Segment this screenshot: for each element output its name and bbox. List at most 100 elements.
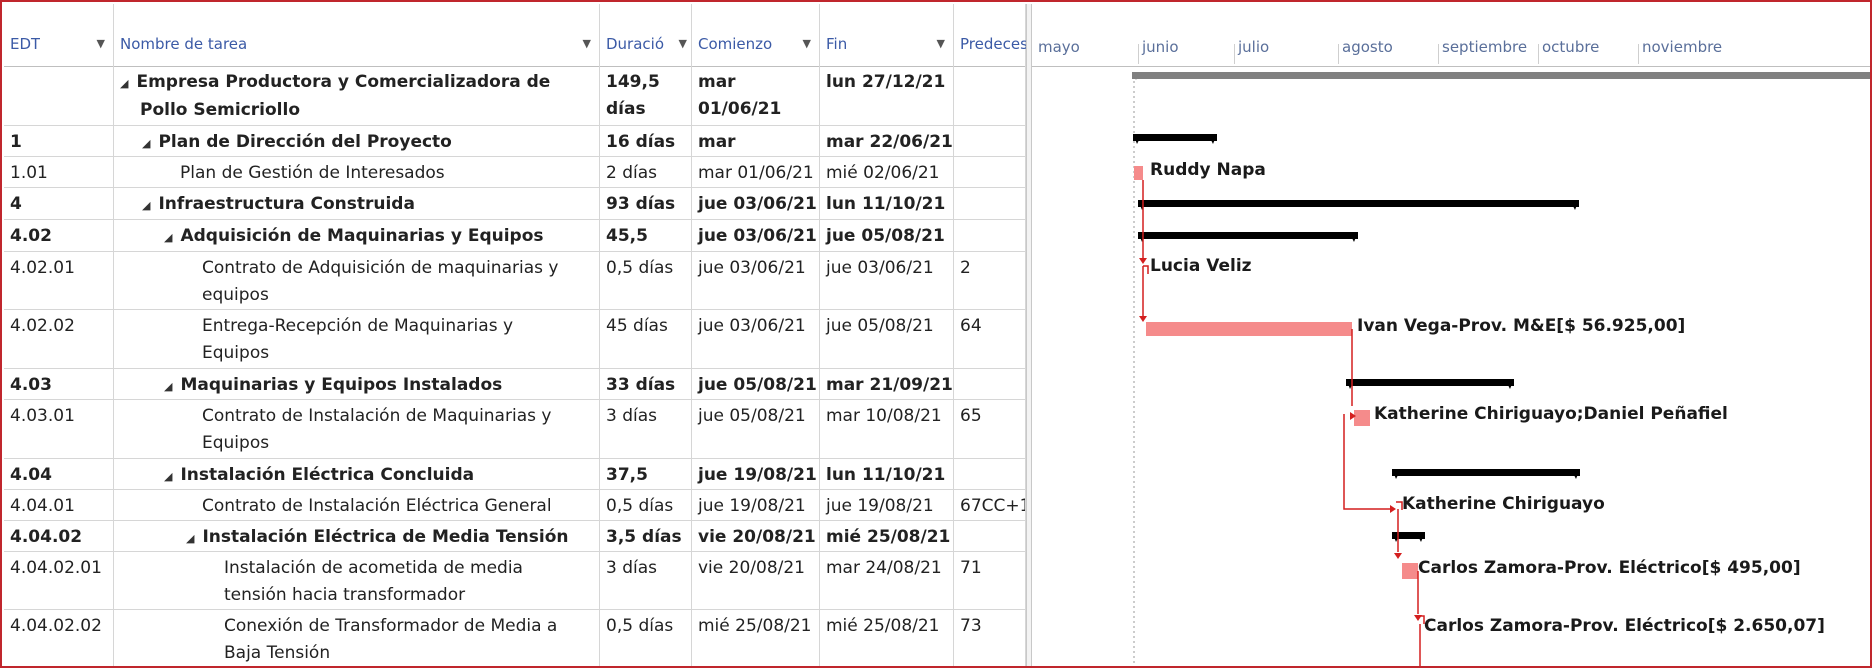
collapse-triangle-icon[interactable]: ◢ (120, 77, 128, 90)
cell-start[interactable]: mié 25/08/21 (692, 610, 820, 666)
cell-edt[interactable]: 4.02.01 (4, 252, 114, 309)
cell-finish[interactable]: jue 05/08/21 (820, 220, 954, 251)
cell-duration[interactable]: 0,5 días (600, 252, 692, 309)
cell-finish[interactable]: mar 10/08/21 (820, 400, 954, 458)
cell-finish[interactable]: mar 22/06/21 (820, 126, 954, 156)
cell-duration[interactable]: 0,5 días (600, 490, 692, 520)
cell-finish[interactable]: jue 05/08/21 (820, 310, 954, 368)
task-row[interactable]: 4.04.01 Contrato de Instalación Eléctrica… (4, 490, 1026, 521)
cell-start[interactable]: mar 01/06/21 (692, 126, 820, 156)
cell-duration[interactable]: 3,5 días (600, 521, 692, 551)
task-row[interactable]: 4.04.02.01 Instalación de acometida de me… (4, 552, 1026, 610)
chevron-down-icon[interactable]: ▼ (97, 37, 105, 50)
cell-predecessors[interactable] (954, 188, 1026, 219)
cell-edt[interactable] (4, 66, 114, 125)
cell-edt[interactable]: 4.04.01 (4, 490, 114, 520)
column-header-name[interactable]: Nombre de tarea ▼ (114, 4, 600, 66)
cell-task-name[interactable]: Contrato de Adquisición de maquinarias y… (114, 252, 600, 309)
cell-task-name[interactable]: ◢ Instalación Eléctrica de Media Tensión (114, 521, 600, 551)
cell-predecessors[interactable]: 65 (954, 400, 1026, 458)
cell-start[interactable]: mar 01/06/21 (692, 157, 820, 187)
cell-finish[interactable]: lun 11/10/21 (820, 459, 954, 489)
cell-duration[interactable]: 93 días (600, 188, 692, 219)
cell-edt[interactable]: 4.02.02 (4, 310, 114, 368)
cell-task-name[interactable]: ◢ Infraestructura Construida (114, 188, 600, 219)
cell-task-name[interactable]: ◢ Instalación Eléctrica Concluida (114, 459, 600, 489)
cell-start[interactable]: jue 03/06/21 (692, 252, 820, 309)
cell-predecessors[interactable]: 64 (954, 310, 1026, 368)
cell-task-name[interactable]: Contrato de Instalación de Maquinarias y… (114, 400, 600, 458)
cell-finish[interactable]: mié 02/06/21 (820, 157, 954, 187)
cell-duration[interactable]: 37,5 días (600, 459, 692, 489)
cell-start[interactable]: vie 20/08/21 (692, 521, 820, 551)
cell-edt[interactable]: 4.04 (4, 459, 114, 489)
summary-task-row[interactable]: 4.04.02 ◢ Instalación Eléctrica de Media T… (4, 521, 1026, 552)
cell-edt[interactable]: 4.04.02 (4, 521, 114, 551)
column-header-edt[interactable]: EDT ▼ (4, 4, 114, 66)
summary-task-row[interactable]: 4 ◢ Infraestructura Construida 93 días jue 0… (4, 188, 1026, 220)
task-row[interactable]: 4.04.02.02 Conexión de Transformador de M… (4, 610, 1026, 666)
column-header-start[interactable]: Comienzo ▼ (692, 4, 820, 66)
cell-start[interactable]: jue 05/08/21 (692, 369, 820, 399)
collapse-triangle-icon[interactable]: ◢ (164, 380, 172, 393)
summary-task-row[interactable]: 4.04 ◢ Instalación Eléctrica Concluida 37,5… (4, 459, 1026, 490)
cell-duration[interactable]: 3 días (600, 400, 692, 458)
cell-predecessors[interactable] (954, 521, 1026, 551)
column-header-finish[interactable]: Fin ▼ (820, 4, 954, 66)
task-row[interactable]: 4.02.01 Contrato de Adquisición de maquin… (4, 252, 1026, 310)
cell-task-name[interactable]: Plan de Gestión de Interesados (114, 157, 600, 187)
cell-start[interactable]: jue 03/06/21 (692, 310, 820, 368)
chevron-down-icon[interactable]: ▼ (679, 37, 687, 50)
column-header-duration[interactable]: Duració ▼ (600, 4, 692, 66)
task-row[interactable]: 1.01 Plan de Gestión de Interesados 2 días… (4, 157, 1026, 188)
cell-edt[interactable]: 4.04.02.02 (4, 610, 114, 666)
cell-finish[interactable]: mié 25/08/21 (820, 610, 954, 666)
cell-duration[interactable]: 2 días (600, 157, 692, 187)
cell-duration[interactable]: 45,5 días (600, 220, 692, 251)
cell-edt[interactable]: 4.02 (4, 220, 114, 251)
collapse-triangle-icon[interactable]: ◢ (164, 470, 172, 483)
cell-predecessors[interactable]: 71 (954, 552, 1026, 609)
cell-edt[interactable]: 4 (4, 188, 114, 219)
collapse-triangle-icon[interactable]: ◢ (164, 231, 172, 244)
cell-predecessors[interactable]: 67CC+10 (954, 490, 1026, 520)
cell-predecessors[interactable] (954, 369, 1026, 399)
cell-start[interactable]: vie 20/08/21 (692, 552, 820, 609)
cell-task-name[interactable]: Conexión de Transformador de Media a Baja… (114, 610, 600, 666)
cell-start[interactable]: jue 19/08/21 (692, 490, 820, 520)
cell-start[interactable]: mar 01/06/21 (692, 66, 820, 125)
cell-start[interactable]: jue 19/08/21 (692, 459, 820, 489)
cell-predecessors[interactable] (954, 126, 1026, 156)
cell-duration[interactable]: 0,5 días (600, 610, 692, 666)
chevron-down-icon[interactable]: ▼ (583, 37, 591, 50)
cell-duration[interactable]: 149,5 días (600, 66, 692, 125)
cell-predecessors[interactable] (954, 220, 1026, 251)
cell-finish[interactable]: mar 24/08/21 (820, 552, 954, 609)
cell-edt[interactable]: 4.03 (4, 369, 114, 399)
task-row[interactable]: 4.02.02 Entrega-Recepción de Maquinarias … (4, 310, 1026, 369)
cell-start[interactable]: jue 05/08/21 (692, 400, 820, 458)
cell-predecessors[interactable]: 2 (954, 252, 1026, 309)
cell-finish[interactable]: lun 27/12/21 (820, 66, 954, 125)
cell-duration[interactable]: 3 días (600, 552, 692, 609)
cell-finish[interactable]: jue 19/08/21 (820, 490, 954, 520)
collapse-triangle-icon[interactable]: ◢ (142, 199, 150, 212)
summary-task-row[interactable]: ◢ Empresa Productora y Comercializadora d… (4, 66, 1026, 126)
cell-edt[interactable]: 4.03.01 (4, 400, 114, 458)
cell-task-name[interactable]: ◢ Empresa Productora y Comercializadora d… (114, 66, 600, 125)
cell-edt[interactable]: 1 (4, 126, 114, 156)
cell-finish[interactable]: mié 25/08/21 (820, 521, 954, 551)
cell-predecessors[interactable]: 73 (954, 610, 1026, 666)
cell-edt[interactable]: 1.01 (4, 157, 114, 187)
column-header-predecessors[interactable]: Predeces (954, 4, 1026, 66)
cell-task-name[interactable]: Instalación de acometida de media tensión… (114, 552, 600, 609)
cell-task-name[interactable]: ◢ Adquisición de Maquinarias y Equipos (114, 220, 600, 251)
cell-duration[interactable]: 33 días (600, 369, 692, 399)
summary-task-row[interactable]: 4.02 ◢ Adquisición de Maquinarias y Equipo… (4, 220, 1026, 252)
cell-edt[interactable]: 4.04.02.01 (4, 552, 114, 609)
cell-finish[interactable]: mar 21/09/21 (820, 369, 954, 399)
chevron-down-icon[interactable]: ▼ (803, 37, 811, 50)
task-row[interactable]: 4.03.01 Contrato de Instalación de Maquin… (4, 400, 1026, 459)
collapse-triangle-icon[interactable]: ◢ (186, 532, 194, 545)
cell-task-name[interactable]: ◢ Maquinarias y Equipos Instalados (114, 369, 600, 399)
